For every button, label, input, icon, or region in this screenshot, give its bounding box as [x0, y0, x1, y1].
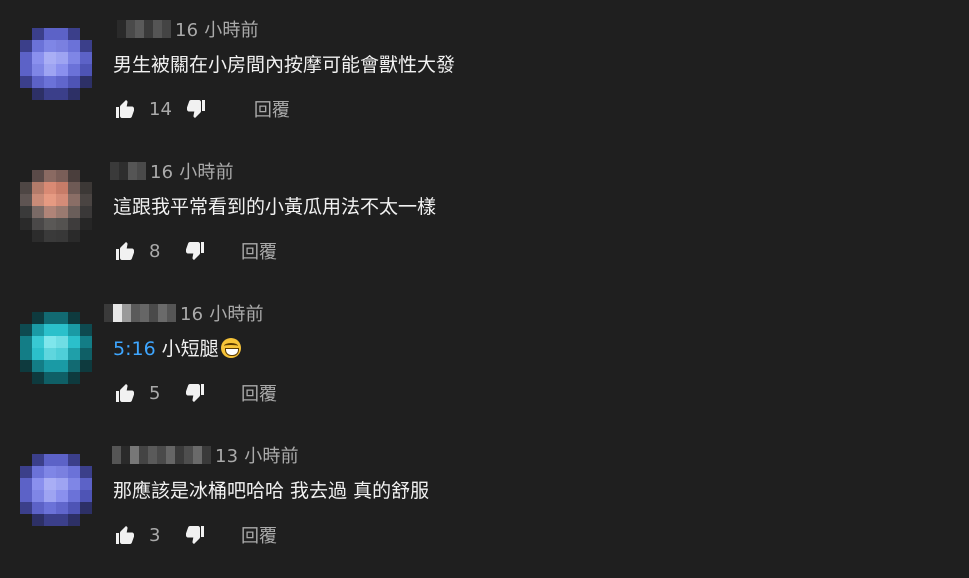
thumb-down-icon [186, 526, 204, 544]
comment-thread: 16 小時前這跟我平常看到的小黃瓜用法不太一樣 8 回覆 [0, 144, 969, 286]
avatar[interactable] [20, 312, 92, 384]
comment-actions: 14 回覆 [113, 96, 290, 122]
comment-body: 小短腿 [161, 338, 219, 360]
like-button[interactable] [113, 523, 137, 547]
comment-time[interactable]: 16 小時前 [175, 16, 259, 42]
dislike-button[interactable] [184, 97, 208, 121]
avatar[interactable] [20, 454, 92, 526]
thumb-up-icon [116, 100, 134, 118]
reply-button[interactable]: 回覆 [241, 522, 277, 548]
comment-time[interactable]: 16 小時前 [180, 300, 264, 326]
comment-header: 16 小時前 [117, 16, 259, 42]
thumb-up-icon [116, 526, 134, 544]
dislike-button[interactable] [183, 523, 207, 547]
comment-thread: 16 小時前 5:16 小短腿 5 回覆 [0, 286, 969, 428]
author-name-redacted[interactable] [117, 18, 171, 40]
thumb-down-icon [186, 242, 204, 260]
timestamp-link[interactable]: 5:16 [113, 338, 156, 360]
like-count: 8 [149, 240, 161, 262]
comment-body: 這跟我平常看到的小黃瓜用法不太一樣 [113, 196, 437, 218]
thumb-up-icon [116, 242, 134, 260]
like-button[interactable] [113, 239, 137, 263]
comment-body: 那應該是冰桶吧哈哈 我去過 真的舒服 [113, 480, 430, 502]
comment-body: 男生被關在小房間內按摩可能會獸性大發 [113, 54, 456, 76]
comment-actions: 3 回覆 [113, 522, 277, 548]
like-count: 14 [149, 98, 172, 120]
like-count: 3 [149, 524, 161, 546]
comment-time[interactable]: 13 小時前 [215, 442, 299, 468]
thumb-down-icon [186, 384, 204, 402]
comment-header: 16 小時前 [110, 158, 234, 184]
comment-thread: 16 小時前男生被關在小房間內按摩可能會獸性大發 14 回覆 [0, 2, 969, 144]
author-name-redacted[interactable] [110, 160, 146, 182]
like-count: 5 [149, 382, 161, 404]
comment-text: 男生被關在小房間內按摩可能會獸性大發 [113, 50, 455, 77]
comment-time[interactable]: 16 小時前 [150, 158, 234, 184]
author-name-redacted[interactable] [112, 444, 211, 466]
comment-thread: 13 小時前那應該是冰桶吧哈哈 我去過 真的舒服 3 回覆 [0, 428, 969, 570]
reply-button[interactable]: 回覆 [254, 96, 290, 122]
reply-button[interactable]: 回覆 [241, 380, 277, 406]
avatar[interactable] [20, 170, 92, 242]
author-name-redacted[interactable] [104, 302, 176, 324]
comment-header: 16 小時前 [104, 300, 264, 326]
reply-button[interactable]: 回覆 [241, 238, 277, 264]
dislike-button[interactable] [183, 381, 207, 405]
like-button[interactable] [113, 381, 137, 405]
like-button[interactable] [113, 97, 137, 121]
comment-text: 這跟我平常看到的小黃瓜用法不太一樣 [113, 192, 436, 219]
comment-actions: 5 回覆 [113, 380, 277, 406]
comment-header: 13 小時前 [112, 442, 299, 468]
comment-actions: 8 回覆 [113, 238, 277, 264]
dislike-button[interactable] [183, 239, 207, 263]
thumb-up-icon [116, 384, 134, 402]
comment-text: 5:16 小短腿 [113, 334, 241, 361]
laughing-emoji-icon [220, 338, 241, 358]
thumb-down-icon [186, 100, 205, 118]
comment-text: 那應該是冰桶吧哈哈 我去過 真的舒服 [113, 476, 429, 503]
avatar[interactable] [20, 28, 92, 100]
